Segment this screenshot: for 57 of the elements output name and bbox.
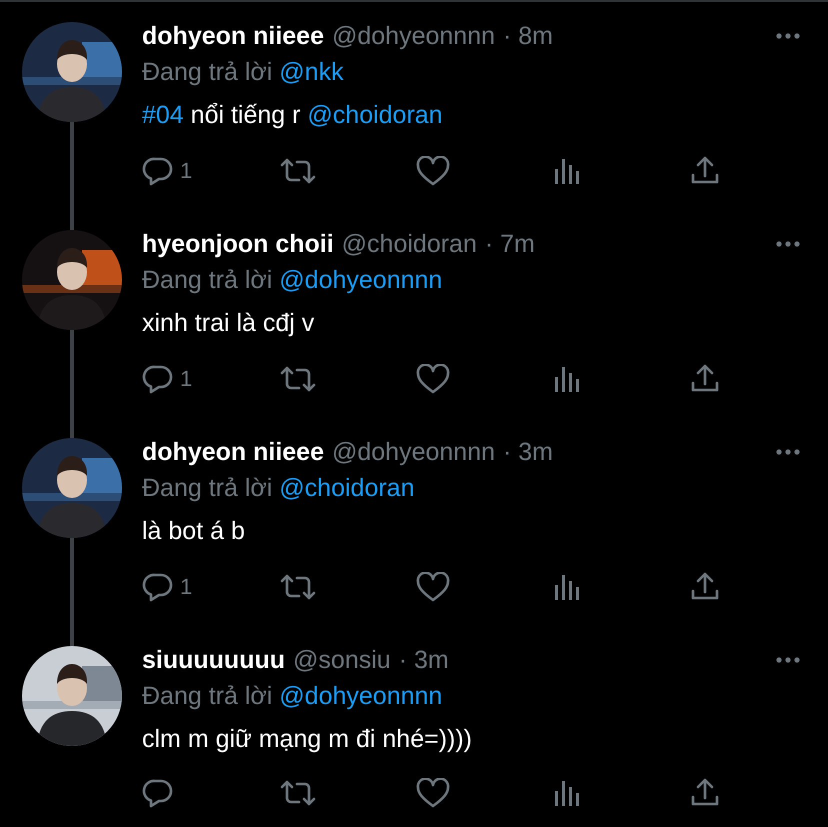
more-icon: [776, 241, 800, 247]
more-icon: [776, 449, 800, 455]
retweet-icon: [279, 156, 317, 184]
replying-to-label: Đang trả lời: [142, 682, 272, 710]
tweet-link[interactable]: @choidoran: [307, 101, 443, 129]
heart-icon: [416, 156, 450, 186]
mention-link[interactable]: @choidoran: [279, 474, 414, 502]
reply-button[interactable]: 1: [142, 570, 279, 603]
tweet-text: clm m giữ mạng m đi nhé=)))): [142, 724, 474, 755]
tweet-link[interactable]: #04: [142, 101, 184, 129]
more-options-button[interactable]: [776, 33, 800, 39]
display-name[interactable]: hyeonjoon choii: [142, 228, 334, 260]
user-handle[interactable]: @dohyeonnnn: [332, 436, 495, 468]
more-options-button[interactable]: [776, 449, 800, 455]
user-handle[interactable]: @choidoran: [342, 228, 477, 260]
replying-to-label: Đang trả lời: [142, 266, 272, 294]
replying-to-label: Đang trả lời: [142, 58, 272, 86]
share-icon: [690, 778, 720, 808]
more-icon: [776, 657, 800, 663]
reply-icon: [142, 778, 174, 808]
user-handle[interactable]: @dohyeonnnn: [332, 20, 495, 52]
display-name[interactable]: dohyeon niieee: [142, 436, 324, 468]
user-handle[interactable]: @sonsiu: [293, 644, 391, 676]
share-icon: [690, 156, 720, 186]
tweet-text: #04 nổi tiếng r @choidoran: [142, 100, 444, 131]
tweet-text: xinh trai là cđj v: [142, 308, 316, 339]
tweet-time: · 3m: [503, 437, 553, 468]
heart-icon: [416, 364, 450, 394]
share-icon: [690, 364, 720, 394]
analytics-icon: [553, 156, 581, 184]
more-options-button[interactable]: [776, 657, 800, 663]
replying-to-label: Đang trả lời: [142, 474, 272, 502]
heart-icon: [416, 778, 450, 808]
share-icon: [690, 572, 720, 602]
mention-link[interactable]: @nkk: [279, 58, 344, 86]
display-name[interactable]: siuuuuuuuu: [142, 644, 286, 676]
reply-button[interactable]: 1: [142, 362, 279, 395]
tweet-time: · 3m: [398, 645, 449, 676]
heart-icon: [416, 572, 450, 602]
tweet-time: · 8m: [503, 21, 553, 52]
display-name[interactable]: dohyeon niieee: [142, 20, 324, 52]
reply-icon: [142, 156, 174, 186]
tweet-time: · 7m: [484, 229, 535, 260]
reply-icon: [142, 364, 174, 394]
reply-icon: [142, 572, 174, 602]
retweet-icon: [279, 779, 317, 807]
mention-link[interactable]: @dohyeonnnn: [279, 682, 442, 710]
mention-link[interactable]: @dohyeonnnn: [279, 266, 442, 294]
tweet-text: là bot á b: [142, 516, 246, 547]
analytics-icon: [553, 364, 581, 392]
reply-button[interactable]: 1: [142, 154, 279, 187]
retweet-icon: [279, 364, 317, 392]
more-icon: [776, 33, 800, 39]
analytics-icon: [553, 572, 581, 600]
analytics-icon: [553, 779, 581, 807]
more-options-button[interactable]: [776, 241, 800, 247]
retweet-icon: [279, 572, 317, 600]
